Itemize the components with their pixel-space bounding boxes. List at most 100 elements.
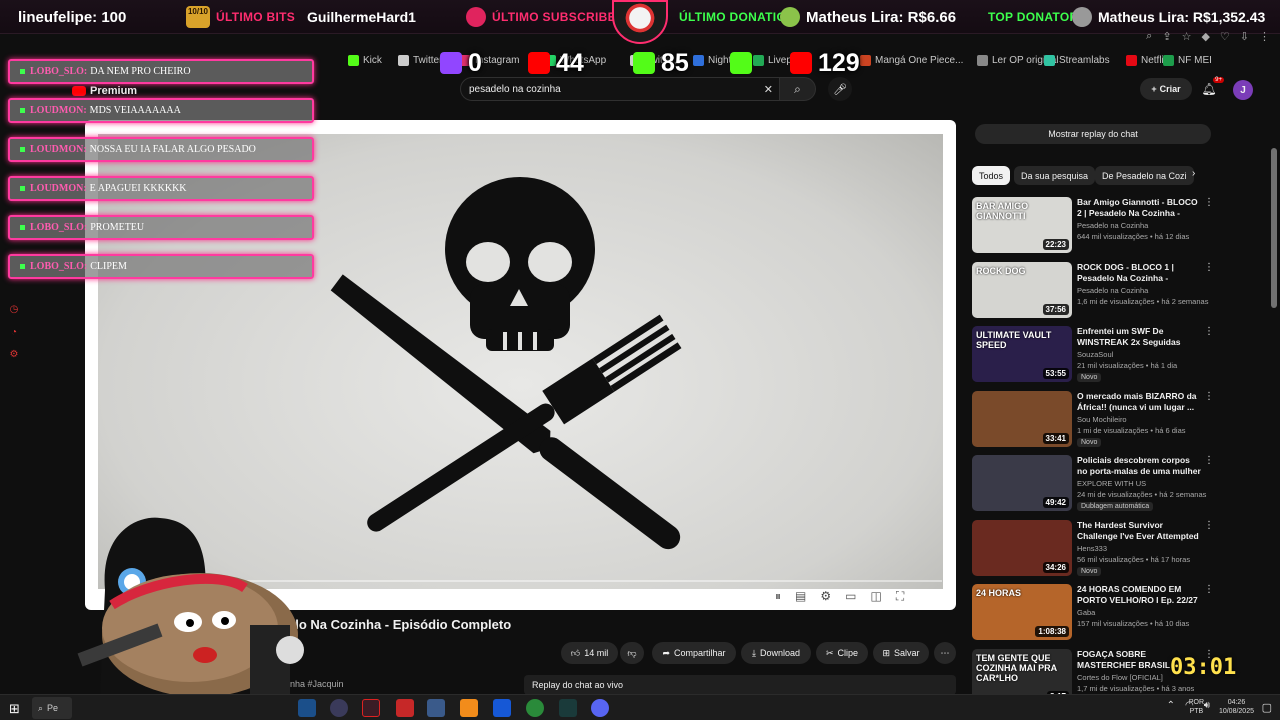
- video-badge: Novo: [1077, 373, 1102, 382]
- obs-app-icon[interactable]: [330, 699, 348, 717]
- more-options-icon[interactable]: ⋮: [1204, 584, 1214, 595]
- filter-chip[interactable]: Da sua pesquisa: [1014, 166, 1096, 185]
- youtube-logo[interactable]: Premium: [72, 84, 137, 98]
- recommendation-item[interactable]: 34:26 The Hardest Survivor Challenge I've…: [972, 519, 1214, 578]
- windows-start-icon[interactable]: ⊞: [9, 701, 20, 717]
- extension-icon[interactable]: ◆: [1201, 30, 1209, 46]
- channel-name[interactable]: Gaba: [1077, 608, 1095, 617]
- account-avatar[interactable]: J: [1233, 80, 1253, 100]
- more-options-icon[interactable]: ⋮: [1204, 520, 1214, 531]
- theater-mode-icon[interactable]: ▭: [845, 589, 856, 607]
- bookmark-icon[interactable]: ☆: [1182, 30, 1192, 46]
- video-thumbnail[interactable]: 49:42: [972, 455, 1072, 511]
- media-app-icon[interactable]: [427, 699, 445, 717]
- search-button[interactable]: ⌕: [780, 77, 816, 101]
- bookmark-favicon-icon: [1163, 54, 1174, 66]
- steam-app-icon[interactable]: [298, 699, 316, 717]
- more-options-icon[interactable]: ⋮: [1204, 455, 1214, 466]
- voice-search-button[interactable]: 🎤︎: [828, 77, 852, 101]
- video-thumbnail[interactable]: 34:26: [972, 519, 1072, 576]
- channel-name[interactable]: Pesadelo na Cozinha: [1077, 286, 1148, 295]
- notification-center-icon[interactable]: ▢: [1262, 701, 1272, 714]
- video-thumbnail[interactable]: 33:41: [972, 390, 1072, 447]
- thumbnail-text: BAR AMIGO GIANNOTTI: [976, 201, 1029, 221]
- recommendation-item[interactable]: 49:42 Policiais descobrem corpos no porta…: [972, 455, 1214, 513]
- fullscreen-icon[interactable]: ⛶: [896, 589, 904, 607]
- create-button[interactable]: + Criar: [1140, 78, 1192, 100]
- scrollbar[interactable]: [1271, 148, 1277, 308]
- vlc-app-icon[interactable]: [460, 699, 478, 717]
- terminal-app-icon[interactable]: [559, 699, 577, 717]
- more-options-icon[interactable]: ⋮: [1204, 262, 1214, 273]
- recommendation-item[interactable]: 24 HORAS 1:08:38 24 HORAS COMENDO EM PORTO…: [972, 584, 1214, 642]
- recommendation-item[interactable]: ROCK DOG 37:56 ROCK DOG - BLOCO 1 | Pesade…: [972, 261, 1214, 320]
- subtitles-icon[interactable]: ▤: [795, 589, 806, 607]
- search-input[interactable]: pesadelo na cozinha ✕: [460, 77, 780, 101]
- taskbar-search[interactable]: ⌕ Pe: [32, 697, 72, 719]
- more-actions-button[interactable]: ⋯: [934, 642, 956, 664]
- chat-icon[interactable]: ◔: [7, 325, 21, 339]
- taskbar-clock[interactable]: 04:26 10/08/2025: [1219, 698, 1254, 716]
- heart-icon[interactable]: ♡: [1220, 30, 1230, 46]
- channel-name[interactable]: EXPLORE WITH US: [1077, 479, 1146, 488]
- discord-app-icon[interactable]: [591, 699, 609, 717]
- opera-app-icon[interactable]: [362, 699, 380, 717]
- last-donation-label: ÚLTIMO DONATION: [679, 10, 796, 24]
- channel-name[interactable]: Cortes do Flow [OFICIAL]: [1077, 673, 1163, 682]
- clip-button[interactable]: ✂ Clipe: [816, 642, 868, 664]
- video-thumbnail[interactable]: BAR AMIGO GIANNOTTI 22:23: [972, 197, 1072, 253]
- chrome-app-icon[interactable]: [526, 699, 544, 717]
- chat-username: LOUDMON:: [30, 144, 87, 155]
- bookmark-item[interactable]: NF MEI: [1163, 48, 1212, 72]
- vscode-app-icon[interactable]: [493, 699, 511, 717]
- more-options-icon[interactable]: ⋮: [1204, 391, 1214, 402]
- channel-name[interactable]: Pesadelo na Cozinha: [1077, 221, 1148, 230]
- download-button[interactable]: ⤓ Download: [741, 642, 811, 664]
- clip-label: Clipe: [837, 648, 859, 658]
- download-icon[interactable]: ⇩: [1240, 30, 1249, 46]
- notifications-button[interactable]: 🔔︎ 9+: [1200, 77, 1224, 98]
- video-progress-bar[interactable]: [235, 580, 942, 582]
- language-indicator[interactable]: POR PTB: [1189, 698, 1204, 716]
- like-button[interactable]: 👍︎ 14 mil: [561, 642, 618, 664]
- bookmark-item[interactable]: Mangá One Piece...: [860, 48, 963, 72]
- show-chat-replay-button[interactable]: Mostrar replay do chat: [975, 124, 1211, 144]
- clear-search-icon[interactable]: ✕: [764, 83, 773, 96]
- recommendation-item[interactable]: 33:41 O mercado mais BIZARRO da África!! …: [972, 390, 1214, 449]
- filter-chip[interactable]: Todos: [972, 166, 1011, 185]
- video-thumbnail[interactable]: ULTIMATE VAULT SPEED 53:55: [972, 326, 1072, 382]
- bookmark-item[interactable]: Twitter: [398, 48, 442, 72]
- recommendation-item[interactable]: ULTIMATE VAULT SPEED 53:55 Enfrentei um SW…: [972, 326, 1214, 384]
- recommendation-item[interactable]: BAR AMIGO GIANNOTTI 22:23 Bar Amigo Gianno…: [972, 197, 1214, 255]
- save-button[interactable]: ⊞ Salvar: [873, 642, 929, 664]
- zoom-icon[interactable]: ⌕: [1146, 30, 1152, 46]
- channel-name[interactable]: Sou Mochileiro: [1077, 415, 1127, 424]
- voice-app-icon[interactable]: [396, 699, 414, 717]
- search-icon: ⌕: [38, 702, 44, 713]
- donation-value-widget: Matheus Lira: R$6.66: [780, 0, 956, 34]
- chevron-up-icon[interactable]: ⌃: [1167, 700, 1175, 711]
- more-options-icon[interactable]: ⋮: [1204, 326, 1214, 337]
- autoplay-toggle-icon[interactable]: ⏸: [775, 589, 781, 607]
- volume-icon[interactable]: 🔊︎: [1204, 700, 1210, 711]
- more-options-icon[interactable]: ⋮: [1204, 197, 1214, 208]
- share-icon[interactable]: ⇪: [1162, 30, 1171, 46]
- chat-replay-header[interactable]: Replay do chat ao vivo: [524, 675, 956, 695]
- cast-icon[interactable]: ◫: [870, 589, 881, 607]
- chevron-right-icon[interactable]: ›: [1192, 168, 1195, 179]
- bookmark-item[interactable]: Kick: [348, 48, 382, 72]
- chat-username: LOBO_SLO:: [30, 261, 88, 272]
- channel-name[interactable]: Hens333: [1077, 544, 1107, 553]
- video-thumbnail[interactable]: 24 HORAS 1:08:38: [972, 584, 1072, 640]
- share-button[interactable]: ➦ Compartilhar: [652, 642, 736, 664]
- video-thumbnail[interactable]: ROCK DOG 37:56: [972, 261, 1072, 318]
- dislike-button[interactable]: 👎︎: [620, 642, 644, 664]
- filter-chip[interactable]: De Pesadelo na Cozi: [1095, 166, 1194, 185]
- settings-icon[interactable]: ⚙: [7, 347, 21, 361]
- bookmark-item[interactable]: Streamlabs: [1044, 48, 1110, 72]
- clock-icon[interactable]: ◷: [7, 302, 21, 316]
- menu-icon[interactable]: ⋮: [1259, 30, 1270, 46]
- channel-name[interactable]: SouzaSoul: [1077, 350, 1113, 359]
- settings-gear-icon[interactable]: ⚙: [820, 589, 831, 607]
- chat-badge-icon: [20, 69, 25, 74]
